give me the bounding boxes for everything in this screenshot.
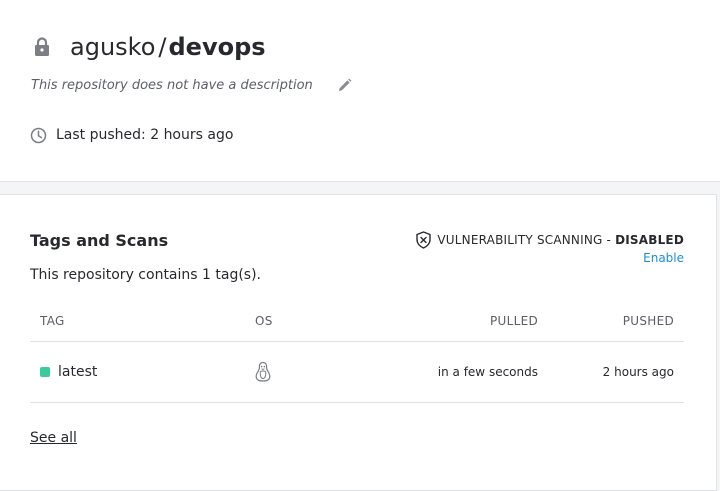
enable-scanning-link[interactable]: Enable — [643, 250, 684, 266]
edit-description-icon[interactable] — [337, 78, 352, 93]
vulnerability-label: VULNERABILITY SCANNING - DISABLED — [437, 233, 684, 247]
pulled-time: in a few seconds — [437, 365, 538, 379]
repository-header: agusko/devops This repository does not h… — [0, 0, 720, 182]
see-all-link[interactable]: See all — [30, 429, 77, 447]
column-header-pushed: PUSHED — [622, 314, 674, 328]
column-header-os: OS — [255, 314, 273, 328]
linux-icon — [255, 361, 271, 382]
repository-namespace: agusko — [70, 33, 156, 61]
last-pushed-text: Last pushed: 2 hours ago — [56, 127, 234, 143]
table-divider — [30, 402, 684, 403]
title-separator: / — [158, 33, 167, 61]
repository-description: This repository does not have a descript… — [31, 78, 313, 93]
tags-and-scans-card: Tags and Scans VULNERABILITY SCANNING - … — [0, 194, 717, 491]
column-header-tag: TAG — [40, 314, 65, 328]
card-title: Tags and Scans — [30, 231, 169, 250]
vulnerability-status: DISABLED — [615, 233, 684, 247]
vulnerability-scanning-status: VULNERABILITY SCANNING - DISABLED — [415, 231, 684, 249]
column-header-pulled: PULLED — [489, 314, 538, 328]
tag-count-text: This repository contains 1 tag(s). — [30, 267, 261, 283]
clock-icon — [30, 127, 47, 144]
tag-link[interactable]: latest — [58, 363, 97, 381]
repository-title: agusko/devops — [70, 30, 266, 64]
table-row: latest in a few seconds 2 hours ago — [30, 342, 684, 402]
shield-x-icon — [416, 231, 432, 249]
repository-name: devops — [168, 33, 266, 61]
pushed-time: 2 hours ago — [602, 365, 674, 379]
status-indicator — [40, 367, 50, 377]
lock-icon — [35, 37, 49, 56]
